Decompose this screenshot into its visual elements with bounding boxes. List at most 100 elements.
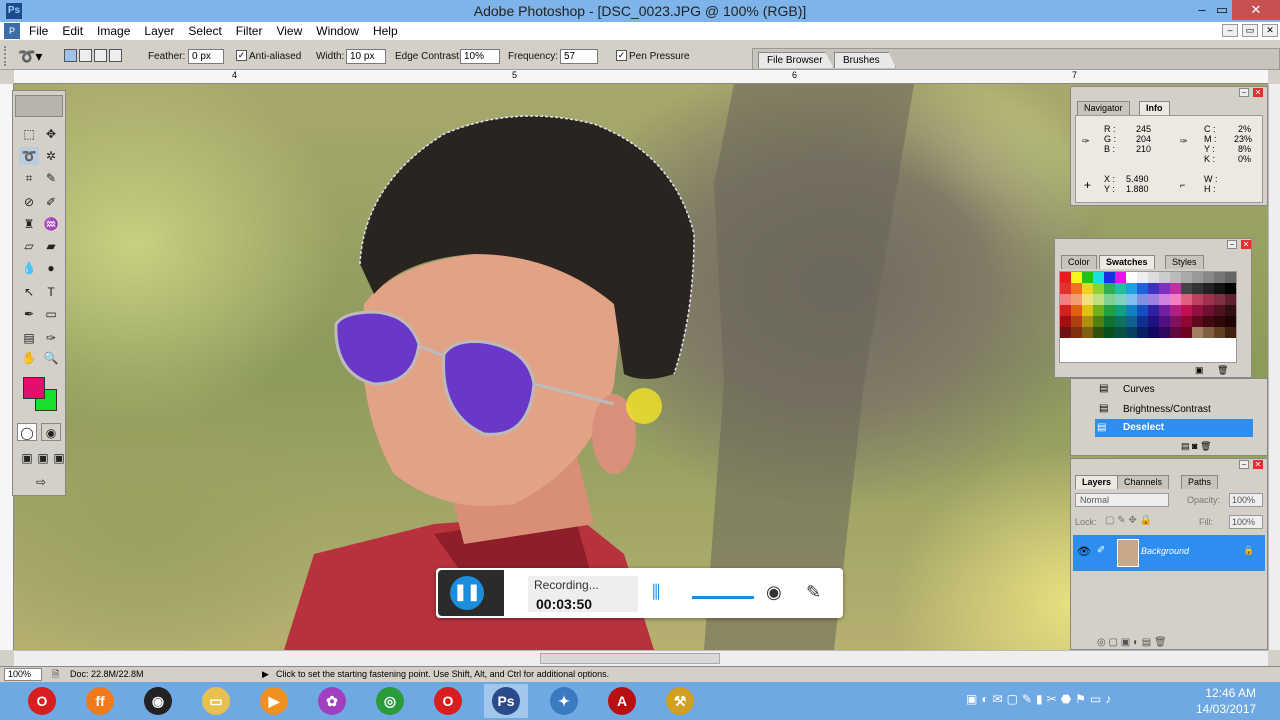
color-swatch[interactable] [1082,316,1093,327]
color-swatch[interactable] [1104,294,1115,305]
menu-image[interactable]: Image [90,22,137,40]
history-item-selected[interactable]: ▤ Deselect [1095,419,1253,437]
color-swatch[interactable] [1159,272,1170,283]
color-swatch[interactable] [1170,283,1181,294]
color-swatch[interactable] [1203,283,1214,294]
color-swatch[interactable] [1082,327,1093,338]
color-swatch[interactable] [1082,283,1093,294]
color-swatch[interactable] [1214,316,1225,327]
zoom-tool-icon[interactable]: 🔍 [41,349,61,367]
history-item[interactable]: ▤ Brightness/Contrast [1099,401,1249,417]
color-swatch[interactable] [1159,327,1170,338]
color-swatch[interactable] [1148,305,1159,316]
history-item[interactable]: ▤ Curves [1099,381,1249,397]
layers-footer-icons[interactable]: ◎ ▢ ▣ ◐ ▤ 🗑 [1097,637,1167,648]
taskbar-app-tools[interactable]: ⚒ [658,684,702,718]
color-swatch[interactable] [1060,283,1071,294]
tab-paths[interactable]: Paths [1181,475,1219,489]
new-selection-icon[interactable] [64,49,77,62]
edge-contrast-field[interactable]: 10% [460,49,500,64]
color-swatch[interactable] [1104,272,1115,283]
color-swatch[interactable] [1126,283,1137,294]
doc-close-button[interactable]: ✕ [1262,24,1278,37]
color-swatch[interactable] [1159,305,1170,316]
color-swatch[interactable] [1148,294,1159,305]
clock-time[interactable]: 12:46 AM [1196,686,1256,700]
color-swatch[interactable] [1170,327,1181,338]
color-swatch[interactable] [1181,316,1192,327]
menu-window[interactable]: Window [309,22,366,40]
color-swatch[interactable] [1093,272,1104,283]
color-swatch[interactable] [1126,294,1137,305]
color-swatch[interactable] [1159,316,1170,327]
color-swatch[interactable] [1181,272,1192,283]
frequency-field[interactable]: 57 [560,49,598,64]
intersect-selection-icon[interactable] [109,49,122,62]
delete-swatch-icon[interactable]: 🗑 [1217,365,1228,376]
taskbar-app-acrobat[interactable]: A [600,684,644,718]
color-swatch[interactable] [1225,272,1236,283]
brushes-tab[interactable]: Brushes [834,52,896,68]
tab-layers[interactable]: Layers [1075,475,1119,489]
color-swatch[interactable] [1192,316,1203,327]
gradient-tool-icon[interactable]: ▰ [41,237,61,255]
color-swatch[interactable] [1126,305,1137,316]
color-swatch[interactable] [1225,316,1236,327]
tray-icons[interactable]: ▣◐✉▢✎▮✂⬣⚑▭♪ [966,692,1115,706]
eye-icon[interactable]: 👁 [1077,545,1091,558]
color-swatch[interactable] [1203,316,1214,327]
color-swatch[interactable] [1159,294,1170,305]
taskbar-app-chrome[interactable]: ◎ [368,684,412,718]
eyedropper-icon[interactable]: ✑ [41,329,61,347]
blend-mode-select[interactable]: Normal [1075,493,1169,507]
color-swatch[interactable] [1181,294,1192,305]
color-swatch[interactable] [1104,316,1115,327]
add-selection-icon[interactable] [79,49,92,62]
pen-tool-icon[interactable]: ✒ [19,305,39,323]
magic-wand-icon[interactable]: ✲ [41,147,61,165]
new-swatch-icon[interactable]: ▣ [1195,365,1204,376]
color-swatch[interactable] [1159,283,1170,294]
color-swatch[interactable] [1126,316,1137,327]
pen-pressure-checkbox[interactable]: ✓ [616,50,627,61]
menu-view[interactable]: View [269,22,309,40]
hand-tool-icon[interactable]: ✋ [19,349,39,367]
color-swatch[interactable] [1192,327,1203,338]
slice-tool-icon[interactable]: ✎ [41,169,61,187]
zoom-field[interactable]: 100% [4,668,42,681]
swatch-grid[interactable] [1059,271,1237,363]
color-swatch[interactable] [1214,294,1225,305]
clock-date[interactable]: 14/03/2017 [1196,702,1256,716]
color-swatch[interactable] [1170,294,1181,305]
color-swatch[interactable] [1214,305,1225,316]
color-swatch[interactable] [1203,272,1214,283]
color-swatch[interactable] [1137,327,1148,338]
color-swatch[interactable] [1060,327,1071,338]
color-swatch[interactable] [1126,272,1137,283]
color-swatch[interactable] [1126,327,1137,338]
subtract-selection-icon[interactable] [94,49,107,62]
color-swatch[interactable] [1181,327,1192,338]
color-swatch[interactable] [1181,283,1192,294]
color-swatch[interactable] [1225,294,1236,305]
type-tool-icon[interactable]: T [41,283,61,301]
standard-mode-icon[interactable]: ◯ [17,423,37,441]
width-field[interactable]: 10 px [346,49,386,64]
color-swatch[interactable] [1137,272,1148,283]
color-swatch[interactable] [1137,283,1148,294]
jump-to-imageready-icon[interactable]: ⇨ [27,473,55,491]
color-swatch[interactable] [1148,283,1159,294]
color-swatch[interactable] [1104,283,1115,294]
color-swatch[interactable] [1192,272,1203,283]
color-swatch[interactable] [1192,283,1203,294]
layer-row-background[interactable]: 👁 ✐ Background 🔒 [1073,535,1265,571]
crop-tool-icon[interactable]: ⌗ [19,169,39,187]
color-swatch[interactable] [1148,316,1159,327]
color-swatch[interactable] [1192,305,1203,316]
color-swatch[interactable] [1203,305,1214,316]
tab-swatches[interactable]: Swatches [1099,255,1155,269]
taskbar-app-webcam[interactable]: ◉ [136,684,180,718]
history-brush-icon[interactable]: ♒ [41,215,61,233]
taskbar-app-firefox[interactable]: ff [78,684,122,718]
menu-file[interactable]: File [22,22,55,40]
